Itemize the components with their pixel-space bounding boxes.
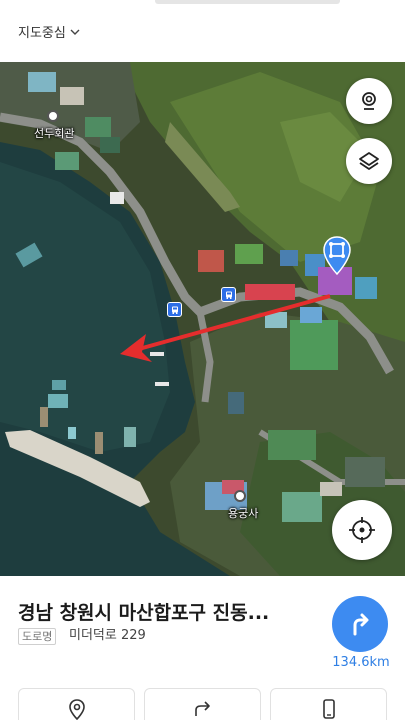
place-address[interactable]: 미더덕로 229 xyxy=(69,628,146,644)
road-name-badge: 도로명 xyxy=(18,628,57,645)
map-center-dropdown[interactable]: 지도중심 xyxy=(18,22,80,41)
turn-right-arrow-icon xyxy=(353,613,369,636)
phone-icon xyxy=(322,699,335,719)
my-location-button[interactable] xyxy=(332,500,392,560)
directions-button[interactable] xyxy=(332,596,388,652)
bus-stop-icon[interactable] xyxy=(167,302,182,317)
top-bar: 지도중심 xyxy=(0,0,405,62)
map-center-label: 지도중심 xyxy=(18,26,66,41)
bus-stop-icon[interactable] xyxy=(221,287,236,302)
temple-icon[interactable] xyxy=(234,490,246,502)
distance-label: 134.6km xyxy=(332,655,390,670)
place-title[interactable]: 경남 창원시 마산합포구 진동... xyxy=(18,598,308,625)
crosshair-icon xyxy=(349,517,375,543)
location-pin-icon xyxy=(68,699,85,720)
seondu-hall-label[interactable]: 선두회관 xyxy=(34,125,74,141)
satellite-view-icon xyxy=(362,92,376,110)
seondu-hall-marker[interactable] xyxy=(47,110,59,122)
satellite-map[interactable]: 선두회관 용궁사 xyxy=(0,62,405,576)
drag-handle[interactable] xyxy=(155,0,340,4)
satellite-toggle-button[interactable] xyxy=(346,78,392,124)
call-button[interactable] xyxy=(270,688,387,720)
share-icon xyxy=(194,701,210,716)
yonggungsa-label[interactable]: 용궁사 xyxy=(228,505,258,521)
share-button[interactable] xyxy=(144,688,261,720)
chevron-down-icon xyxy=(70,29,80,35)
save-place-button[interactable] xyxy=(18,688,135,720)
layers-button[interactable] xyxy=(346,138,392,184)
destination-pin-icon[interactable] xyxy=(322,236,352,276)
layers-icon xyxy=(359,152,379,170)
action-bar xyxy=(18,688,387,720)
